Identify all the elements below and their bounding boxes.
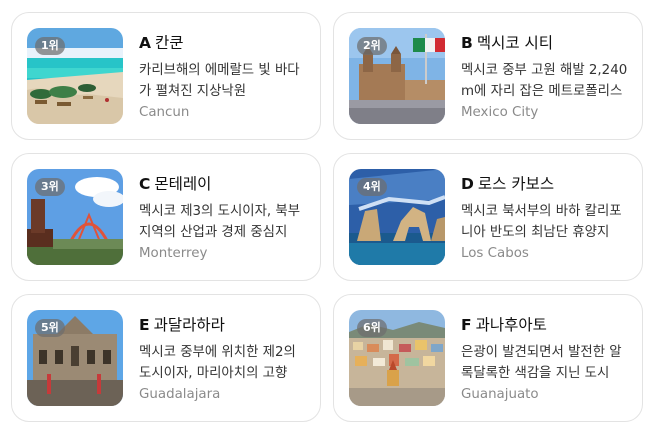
destination-letter: E (139, 316, 150, 334)
destination-name: 칸쿤 (155, 34, 184, 52)
destination-description: 멕시코 제3의 도시이자, 북부 지역의 산업과 경제 중심지 (139, 204, 301, 240)
destination-english-name: Guanajuato (461, 387, 539, 402)
destination-letter: C (139, 175, 151, 193)
monterrey-photo: 3위 (27, 169, 123, 265)
destination-title: E 과달라하라 (139, 314, 225, 336)
guadalajara-photo: 5위 (27, 310, 123, 406)
rank-badge: 3위 (35, 178, 65, 196)
destination-english-name: Cancun (139, 105, 190, 120)
destination-description: 은광이 발견되면서 발전한 알록달록한 색감을 지닌 도시 (461, 345, 622, 381)
destination-name: 로스 카보스 (477, 175, 555, 193)
destination-title: A 칸쿤 (139, 32, 184, 54)
cancun-photo: 1위 (27, 28, 123, 124)
destination-description: 멕시코 북서부의 바하 칼리포니아 반도의 최남단 휴양지 (461, 204, 622, 240)
destination-grid: 1위 A칸쿤 카리브해의 에메랄드 빛 바다가 펼쳐진 지상낙원 Cancun (0, 0, 654, 434)
destination-letter: B (461, 34, 473, 52)
destination-card-cancun[interactable]: 1위 A 칸쿤 카리브해의 에메랄드 빛 바다가 펼쳐진 지상낙원 Cancun (11, 12, 321, 140)
destination-english-name: Monterrey (139, 246, 208, 261)
destination-letter: A (139, 34, 151, 52)
rank-badge: 6위 (357, 319, 387, 337)
destination-name: 과달라하라 (153, 316, 225, 334)
rank-badge: 2위 (357, 37, 387, 55)
destination-name: 몬테레이 (154, 175, 212, 193)
rank-badge: 1위 (35, 37, 65, 55)
destination-title: C 몬테레이 (139, 173, 211, 195)
destination-title: D 로스 카보스 (461, 173, 554, 195)
destination-card-mexico-city[interactable]: 2위 B 멕시코 시티 멕시코 중부 고원 해발 2,240m에 자리 잡은 메트… (333, 12, 643, 140)
destination-letter: F (461, 316, 472, 334)
destination-card-guanajuato[interactable]: 6위 F 과나후아토 은광이 발견되면서 발전한 알록달록한 색감을 지닌 도시 … (333, 294, 643, 422)
destination-english-name: Guadalajara (139, 387, 221, 402)
los-cabos-photo: 4위 (349, 169, 445, 265)
mexico-city-photo: 2위 (349, 28, 445, 124)
destination-card-los-cabos[interactable]: 4위 D 로스 카보스 멕시코 북서부의 바하 칼리포니아 반도의 최남단 휴양지… (333, 153, 643, 281)
guanajuato-photo: 6위 (349, 310, 445, 406)
destination-english-name: Los Cabos (461, 246, 529, 261)
destination-title: F 과나후아토 (461, 314, 547, 336)
destination-title: B 멕시코 시티 (461, 32, 553, 54)
rank-badge: 5위 (35, 319, 65, 337)
destination-name: 멕시코 시티 (476, 34, 554, 52)
destination-card-guadalajara[interactable]: 5위 E 과달라하라 멕시코 중부에 위치한 제2의 도시이자, 마리아치의 고향… (11, 294, 321, 422)
destination-name: 과나후아토 (475, 316, 547, 334)
destination-card-monterrey[interactable]: 3위 C 몬테레이 멕시코 제3의 도시이자, 북부 지역의 산업과 경제 중심지… (11, 153, 321, 281)
destination-english-name: Mexico City (461, 105, 539, 120)
destination-letter: D (461, 175, 474, 193)
rank-badge: 4위 (357, 178, 387, 196)
destination-description: 카리브해의 에메랄드 빛 바다가 펼쳐진 지상낙원 (139, 63, 300, 99)
destination-description: 멕시코 중부 고원 해발 2,240m에 자리 잡은 메트로폴리스 (461, 63, 628, 99)
destination-description: 멕시코 중부에 위치한 제2의 도시이자, 마리아치의 고향 (139, 345, 296, 381)
